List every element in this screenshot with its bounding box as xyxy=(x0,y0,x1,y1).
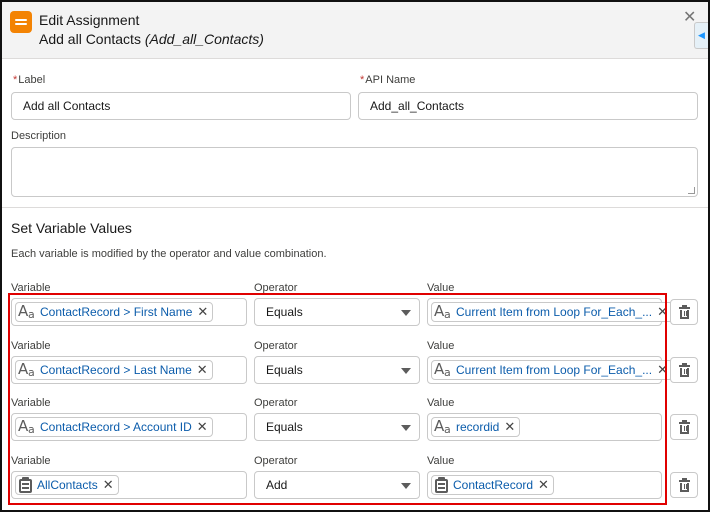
operator-select[interactable]: Equals xyxy=(254,413,420,441)
value-combobox[interactable]: ContactRecord ✕ xyxy=(427,471,662,499)
variable-label: Variable xyxy=(11,340,51,352)
remove-pill-icon[interactable]: ✕ xyxy=(103,478,114,491)
delete-row-button[interactable] xyxy=(670,414,698,440)
value-pill[interactable]: Aa Current Item from Loop For_Each_... ✕ xyxy=(431,302,673,322)
value-combobox[interactable]: Aa recordid ✕ xyxy=(427,413,662,441)
variable-combobox[interactable]: Aa ContactRecord > First Name ✕ xyxy=(11,298,247,326)
remove-pill-icon[interactable]: ✕ xyxy=(657,363,668,376)
variable-pill-label: ContactRecord > Last Name xyxy=(40,363,192,377)
trash-icon xyxy=(679,478,690,492)
variable-pill-label: ContactRecord > First Name xyxy=(40,305,193,319)
panel-toggle-tab[interactable]: ◀ xyxy=(694,22,708,49)
value-pill[interactable]: Aa Current Item from Loop For_Each_... ✕ xyxy=(431,360,673,380)
required-marker: * xyxy=(13,74,18,86)
variable-label: Variable xyxy=(11,455,51,467)
text-icon: Aa xyxy=(18,417,35,436)
operator-label: Operator xyxy=(254,455,298,467)
edit-assignment-modal: Edit Assignment Add all Contacts (Add_al… xyxy=(0,0,710,512)
variable-label: Variable xyxy=(11,397,51,409)
element-api-name: (Add_all_Contacts) xyxy=(144,31,264,47)
variable-pill[interactable]: AllContacts ✕ xyxy=(15,475,119,495)
chevron-left-icon: ◀ xyxy=(698,30,705,40)
variable-label: Variable xyxy=(11,282,51,294)
variable-combobox[interactable]: Aa ContactRecord > Account ID ✕ xyxy=(11,413,247,441)
operator-select[interactable]: Equals xyxy=(254,298,420,326)
delete-row-button[interactable] xyxy=(670,299,698,325)
value-label: Value xyxy=(427,397,455,409)
variable-pill-label: ContactRecord > Account ID xyxy=(40,420,192,434)
chevron-down-icon xyxy=(401,483,411,489)
element-label: Add all Contacts xyxy=(39,31,141,47)
resize-handle[interactable] xyxy=(688,187,695,194)
text-icon: Aa xyxy=(18,302,35,321)
api-name-input[interactable]: Add_all_Contacts xyxy=(358,92,698,120)
section-title: Set Variable Values xyxy=(11,220,132,236)
operator-value: Equals xyxy=(266,305,303,319)
required-marker: * xyxy=(360,74,365,86)
value-label: Value xyxy=(427,282,455,294)
variable-pill-label: AllContacts xyxy=(37,478,98,492)
variable-pill[interactable]: Aa ContactRecord > First Name ✕ xyxy=(15,302,214,322)
operator-select[interactable]: Add xyxy=(254,471,420,499)
variable-pill[interactable]: Aa ContactRecord > Last Name ✕ xyxy=(15,360,213,380)
value-combobox[interactable]: Aa Current Item from Loop For_Each_... ✕ xyxy=(427,298,673,326)
modal-header: Edit Assignment Add all Contacts (Add_al… xyxy=(2,2,708,59)
delete-row-button[interactable] xyxy=(670,357,698,383)
value-label: Value xyxy=(427,455,455,467)
modal-element-title: Add all Contacts (Add_all_Contacts) xyxy=(39,31,264,47)
text-icon: Aa xyxy=(18,360,35,379)
text-icon: Aa xyxy=(434,302,451,321)
operator-label: Operator xyxy=(254,340,298,352)
value-combobox[interactable]: Aa Current Item from Loop For_Each_... ✕ xyxy=(427,356,673,384)
remove-pill-icon[interactable]: ✕ xyxy=(197,363,208,376)
record-icon xyxy=(434,477,449,493)
remove-pill-icon[interactable]: ✕ xyxy=(538,478,549,491)
label-field-label: *Label xyxy=(13,74,46,86)
remove-pill-icon[interactable]: ✕ xyxy=(197,305,208,318)
description-textarea[interactable] xyxy=(11,147,698,197)
operator-value: Equals xyxy=(266,420,303,434)
value-pill-label: recordid xyxy=(456,420,500,434)
operator-label: Operator xyxy=(254,397,298,409)
variable-pill[interactable]: Aa ContactRecord > Account ID ✕ xyxy=(15,417,213,437)
operator-select[interactable]: Equals xyxy=(254,356,420,384)
value-label: Value xyxy=(427,340,455,352)
label-input[interactable]: Add all Contacts xyxy=(11,92,351,120)
delete-row-button[interactable] xyxy=(670,472,698,498)
text-icon: Aa xyxy=(434,417,451,436)
chevron-down-icon xyxy=(401,368,411,374)
description-field-label: Description xyxy=(11,130,67,142)
operator-label: Operator xyxy=(254,282,298,294)
chevron-down-icon xyxy=(401,310,411,316)
collection-icon xyxy=(18,477,33,493)
trash-icon xyxy=(679,420,690,434)
trash-icon xyxy=(679,363,690,377)
operator-value: Add xyxy=(266,478,288,492)
section-description: Each variable is modified by the operato… xyxy=(11,248,327,260)
value-pill-label: Current Item from Loop For_Each_... xyxy=(456,305,653,319)
trash-icon xyxy=(679,305,690,319)
remove-pill-icon[interactable]: ✕ xyxy=(504,420,515,433)
value-pill-label: Current Item from Loop For_Each_... xyxy=(456,363,653,377)
variable-combobox[interactable]: AllContacts ✕ xyxy=(11,471,247,499)
operator-value: Equals xyxy=(266,363,303,377)
value-pill[interactable]: Aa recordid ✕ xyxy=(431,417,521,437)
value-pill[interactable]: ContactRecord ✕ xyxy=(431,475,554,495)
value-pill-label: ContactRecord xyxy=(453,478,534,492)
assignment-icon xyxy=(10,11,32,33)
remove-pill-icon[interactable]: ✕ xyxy=(197,420,208,433)
chevron-down-icon xyxy=(401,425,411,431)
api-name-field-label: *API Name xyxy=(360,74,416,86)
modal-type-label: Edit Assignment xyxy=(39,12,140,28)
section-divider xyxy=(2,207,708,208)
variable-combobox[interactable]: Aa ContactRecord > Last Name ✕ xyxy=(11,356,247,384)
text-icon: Aa xyxy=(434,360,451,379)
remove-pill-icon[interactable]: ✕ xyxy=(657,305,668,318)
